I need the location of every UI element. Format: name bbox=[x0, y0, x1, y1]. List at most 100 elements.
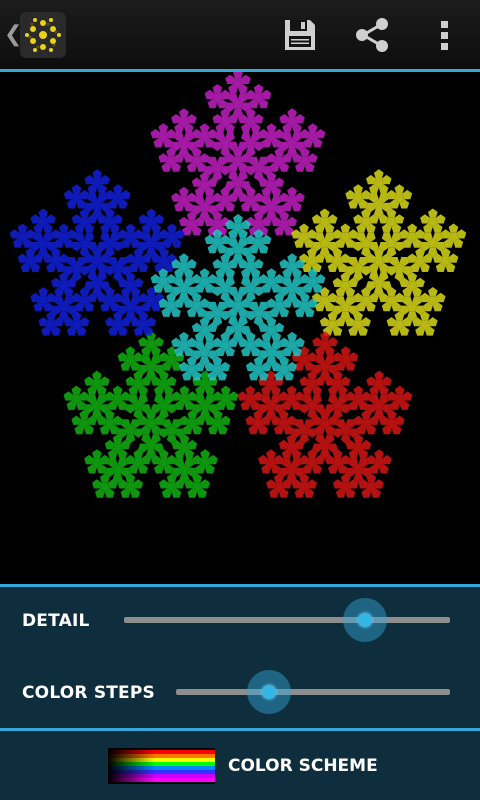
fractal-cell bbox=[266, 153, 277, 163]
fractal-cell bbox=[133, 428, 144, 438]
fractal-cell bbox=[192, 454, 203, 465]
fractal-cell bbox=[113, 214, 123, 224]
fractal-cell bbox=[245, 166, 256, 176]
fractal-cell bbox=[133, 229, 144, 239]
fractal-cell bbox=[166, 274, 176, 284]
fractal-cell bbox=[374, 370, 384, 380]
fractal-cell bbox=[287, 361, 297, 372]
color-scheme-label: COLOR SCHEME bbox=[228, 756, 378, 776]
fractal-cell bbox=[38, 287, 48, 297]
fractal-cell bbox=[38, 208, 48, 218]
fractal-cell bbox=[17, 253, 28, 263]
overflow-menu-button[interactable] bbox=[420, 12, 468, 58]
color-steps-slider[interactable] bbox=[176, 689, 450, 695]
fractal-cell bbox=[158, 153, 169, 163]
fractal-cell bbox=[382, 376, 392, 386]
fractal-cell bbox=[307, 153, 318, 163]
fractal-cell bbox=[154, 337, 164, 347]
fractal-cell bbox=[340, 454, 351, 465]
fractal-cell bbox=[448, 253, 459, 263]
fractal-cell bbox=[374, 449, 384, 459]
fractal-cell bbox=[84, 376, 94, 386]
fractal-cell bbox=[261, 89, 272, 99]
fractal-cell bbox=[415, 277, 425, 287]
fractal-cell bbox=[191, 274, 202, 284]
fractal-cell bbox=[66, 229, 77, 239]
fractal-cell bbox=[146, 208, 157, 218]
fractal-cell bbox=[345, 189, 356, 200]
fractal-cell bbox=[179, 415, 190, 425]
fractal-cell bbox=[315, 129, 326, 139]
fractal-cell bbox=[386, 189, 397, 200]
fractal-cell bbox=[133, 277, 144, 287]
fractal-cell bbox=[166, 376, 177, 386]
fractal-cell bbox=[382, 454, 392, 465]
fractal-cell bbox=[366, 376, 377, 386]
fractal-cell bbox=[420, 292, 430, 303]
share-button[interactable] bbox=[348, 12, 396, 58]
fractal-cell bbox=[71, 292, 82, 303]
fractal-cell bbox=[117, 352, 128, 362]
fractal-cell bbox=[212, 84, 223, 94]
up-caret-icon[interactable]: ❮ bbox=[4, 21, 22, 49]
fractal-cell bbox=[58, 223, 69, 233]
fractal-cell bbox=[92, 449, 102, 459]
fractal-cell bbox=[253, 259, 264, 269]
fractal-cell bbox=[191, 129, 202, 139]
fractal-cell bbox=[171, 114, 181, 124]
fractal-cell bbox=[366, 174, 376, 185]
fractal-cell bbox=[199, 123, 210, 133]
fractal-cell bbox=[253, 84, 264, 94]
fractal-cell bbox=[92, 479, 102, 489]
bottom-bar: COLOR SCHEME bbox=[0, 731, 480, 800]
fractal-cell bbox=[51, 229, 61, 239]
fractal-cell bbox=[191, 322, 202, 332]
fractal-cell bbox=[237, 391, 248, 401]
fractal-cell bbox=[361, 439, 372, 450]
save-button[interactable] bbox=[276, 12, 324, 58]
fractal-cell bbox=[133, 479, 144, 489]
fractal-cell bbox=[366, 454, 377, 465]
fractal-cell bbox=[253, 141, 264, 152]
fractal-cell bbox=[394, 184, 405, 194]
color-steps-slider-thumb[interactable] bbox=[247, 670, 292, 714]
color-scheme-button[interactable]: COLOR SCHEME bbox=[108, 746, 378, 786]
fractal-cell bbox=[225, 74, 235, 84]
fractal-cell bbox=[340, 346, 351, 356]
fractal-cell bbox=[167, 223, 177, 233]
fractal-cell bbox=[299, 404, 310, 414]
fractal-cell bbox=[212, 286, 223, 297]
fractal-cell bbox=[258, 274, 269, 284]
fractal-cell bbox=[171, 391, 182, 401]
detail-slider-thumb[interactable] bbox=[343, 598, 388, 642]
fractal-cell bbox=[150, 129, 161, 139]
fractal-cell bbox=[125, 223, 136, 233]
fractal-cell bbox=[402, 391, 413, 401]
fractal-cell bbox=[279, 337, 290, 347]
fractal-cell bbox=[287, 331, 297, 342]
fractal-cell bbox=[79, 266, 90, 276]
fractal-canvas[interactable] bbox=[0, 72, 480, 584]
fractal-cell bbox=[158, 479, 169, 489]
app-icon[interactable] bbox=[20, 12, 66, 58]
fractal-cell bbox=[253, 114, 264, 124]
fractal-cell bbox=[387, 391, 397, 401]
fractal-cell bbox=[220, 385, 231, 395]
fractal-cell bbox=[394, 292, 405, 303]
fractal-cell bbox=[113, 292, 123, 303]
fractal-cell bbox=[104, 391, 115, 401]
fractal-cell bbox=[407, 223, 418, 233]
fractal-cell bbox=[307, 428, 318, 438]
fractal-cell bbox=[435, 214, 446, 224]
fractal-cell bbox=[312, 337, 322, 347]
fractal-cell bbox=[332, 277, 343, 287]
fractal-cell bbox=[179, 216, 189, 227]
fractal-cell bbox=[353, 292, 363, 303]
fractal-cell bbox=[71, 184, 82, 194]
fractal-cell bbox=[207, 129, 218, 139]
fractal-cell bbox=[220, 311, 231, 321]
fractal-cell bbox=[319, 317, 330, 327]
detail-slider[interactable] bbox=[124, 617, 450, 623]
fractal-cell bbox=[327, 214, 338, 224]
fractal-cell bbox=[187, 391, 198, 401]
